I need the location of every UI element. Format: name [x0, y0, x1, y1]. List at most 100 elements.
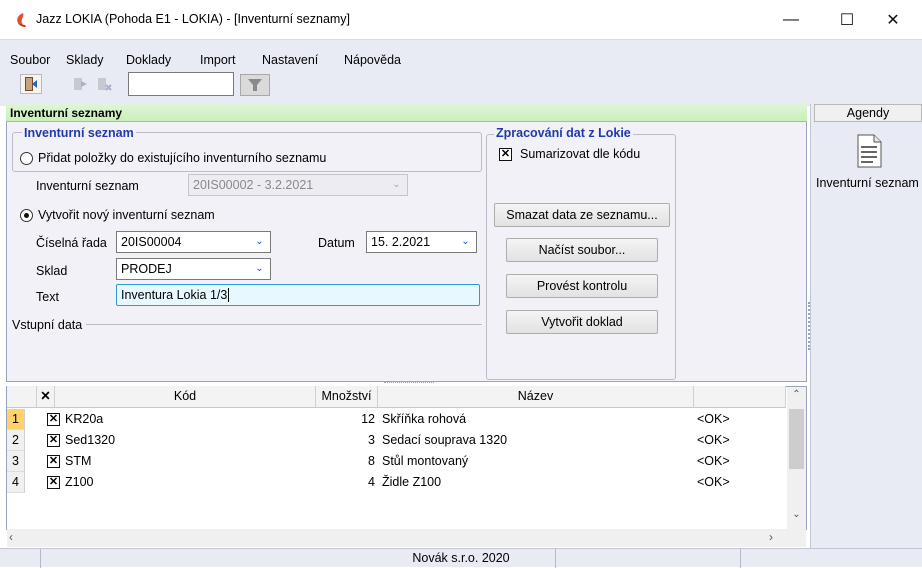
load-file-button[interactable]: Načíst soubor...: [506, 238, 658, 262]
row-number: 1: [7, 409, 25, 430]
row-qty: 4: [368, 475, 375, 489]
chevron-down-icon: ⌄: [255, 263, 264, 274]
menu-sklady[interactable]: Sklady: [66, 53, 104, 67]
row-code: KR20a: [65, 412, 104, 426]
row-qty: 8: [368, 454, 375, 468]
row-qty: 12: [361, 412, 375, 426]
row-name: Stůl montovaný: [382, 454, 469, 468]
inventory-group-title: Inventurní seznam: [22, 126, 136, 140]
row-code: STM: [65, 454, 92, 468]
agendy-header: Agendy: [814, 104, 922, 122]
agendy-item-inventory[interactable]: Inventurní seznam: [816, 176, 919, 190]
series-combo[interactable]: 20IS00004 ⌄: [116, 231, 271, 253]
input-data-label: Vstupní data: [12, 318, 87, 332]
menu-soubor[interactable]: Soubor: [10, 53, 50, 67]
row-name: Židle Z100: [382, 475, 442, 489]
menu-bar: Soubor Sklady Doklady Import Nastavení N…: [0, 40, 922, 70]
scroll-left-icon[interactable]: ‹: [9, 530, 13, 544]
check-button[interactable]: Provést kontrolu: [506, 274, 658, 298]
minimize-button[interactable]: —: [768, 0, 814, 40]
vertical-scrollbar[interactable]: ⌃ ⌄: [787, 387, 806, 529]
row-status: <OK>: [697, 433, 730, 447]
create-document-button[interactable]: Vytvořit doklad: [506, 310, 658, 334]
row-status: <OK>: [697, 475, 730, 489]
chevron-down-icon: ⌄: [255, 236, 264, 247]
code-column-header[interactable]: Kód: [55, 386, 316, 408]
scroll-up-icon[interactable]: ⌃: [787, 389, 806, 405]
menu-import[interactable]: Import: [200, 53, 235, 67]
store-value: PRODEJ: [121, 262, 172, 276]
text-label: Text: [36, 290, 59, 304]
row-checkbox[interactable]: ✕: [47, 413, 60, 426]
maximize-button[interactable]: ☐: [824, 0, 870, 40]
row-number: 3: [7, 451, 25, 472]
forward-icon[interactable]: [70, 74, 92, 94]
panel-splitter[interactable]: [808, 302, 811, 350]
row-status: <OK>: [697, 454, 730, 468]
option-new-label: Vytvořit nový inventurní seznam: [38, 208, 215, 222]
row-code: Z100: [65, 475, 94, 489]
radio-existing-list[interactable]: [20, 152, 33, 165]
title-bar: Jazz LOKIA (Pohoda E1 - LOKIA) - [Invent…: [0, 0, 922, 40]
row-number: 4: [7, 472, 25, 493]
scrollbar-thumb[interactable]: [789, 409, 804, 469]
row-checkbox[interactable]: ✕: [47, 455, 60, 468]
section-title: Inventurní seznamy: [6, 104, 807, 122]
series-label: Číselná řada: [36, 236, 107, 250]
store-combo[interactable]: PRODEJ ⌄: [116, 258, 271, 280]
option-existing-label: Přidat položky do existujícího inventurn…: [38, 151, 327, 165]
horizontal-scrollbar[interactable]: ‹ ›: [7, 529, 806, 547]
date-value: 15. 2.2021: [371, 235, 431, 249]
table-row[interactable]: 2 ✕ Sed1320 3 Sedací souprava 1320 <OK>: [7, 430, 787, 451]
name-column-header[interactable]: Název: [378, 386, 694, 408]
summarize-label: Sumarizovat dle kódu: [520, 147, 641, 161]
table-row[interactable]: 4 ✕ Z100 4 Židle Z100 <OK>: [7, 472, 787, 493]
row-checkbox[interactable]: ✕: [47, 434, 60, 447]
row-checkbox[interactable]: ✕: [47, 476, 60, 489]
delete-record-icon[interactable]: [94, 74, 116, 94]
existing-list-value: 20IS00002 - 3.2.2021: [193, 178, 314, 192]
row-name: Skříňka rohová: [382, 412, 467, 426]
status-bar: Novák s.r.o. 2020: [0, 548, 922, 568]
date-label: Datum: [318, 236, 355, 250]
processing-group-title: Zpracování dat z Lokie: [494, 126, 633, 140]
table-row[interactable]: 3 ✕ STM 8 Stůl montovaný <OK>: [7, 451, 787, 472]
qty-column-header[interactable]: Množství: [316, 386, 378, 408]
scroll-right-icon[interactable]: ›: [769, 530, 773, 544]
company-status: Novák s.r.o. 2020: [412, 551, 510, 565]
document-icon[interactable]: [856, 134, 882, 168]
chevron-down-icon: ⌄: [392, 179, 401, 190]
status-column-header: [694, 386, 786, 408]
toolbar: [0, 70, 922, 106]
existing-list-combo[interactable]: 20IS00002 - 3.2.2021 ⌄: [188, 174, 408, 196]
quick-search-input[interactable]: [128, 72, 234, 96]
row-status: <OK>: [697, 412, 730, 426]
delete-data-button[interactable]: Smazat data ze seznamu...: [494, 203, 670, 227]
summarize-checkbox[interactable]: ✕: [499, 148, 512, 161]
row-number-header: [7, 386, 37, 408]
check-column-header[interactable]: ✕: [37, 386, 55, 408]
row-qty: 3: [368, 433, 375, 447]
close-button[interactable]: ✕: [870, 0, 916, 40]
row-name: Sedací souprava 1320: [382, 433, 508, 447]
store-label: Sklad: [36, 264, 68, 278]
app-logo-icon: [17, 13, 26, 27]
agendy-panel: [810, 104, 922, 548]
menu-napoveda[interactable]: Nápověda: [344, 53, 401, 67]
row-code: Sed1320: [65, 433, 116, 447]
date-picker[interactable]: 15. 2.2021 ⌄: [366, 231, 477, 253]
series-value: 20IS00004: [121, 235, 182, 249]
existing-list-label: Inventurní seznam: [36, 179, 139, 193]
table-row[interactable]: 1 ✕ KR20a 12 Skříňka rohová <OK>: [7, 409, 787, 430]
row-number: 2: [7, 430, 25, 451]
exit-icon[interactable]: [20, 74, 42, 94]
radio-new-list[interactable]: [20, 209, 33, 222]
menu-nastaveni[interactable]: Nastavení: [262, 53, 318, 67]
window-title: Jazz LOKIA (Pohoda E1 - LOKIA) - [Invent…: [36, 12, 351, 26]
chevron-down-icon: ⌄: [461, 236, 470, 247]
text-field[interactable]: Inventura Lokia 1/3: [116, 284, 480, 306]
menu-doklady[interactable]: Doklady: [126, 53, 171, 67]
text-value: Inventura Lokia 1/3: [121, 288, 228, 302]
scroll-down-icon[interactable]: ⌄: [787, 509, 806, 525]
filter-icon[interactable]: [240, 74, 270, 96]
